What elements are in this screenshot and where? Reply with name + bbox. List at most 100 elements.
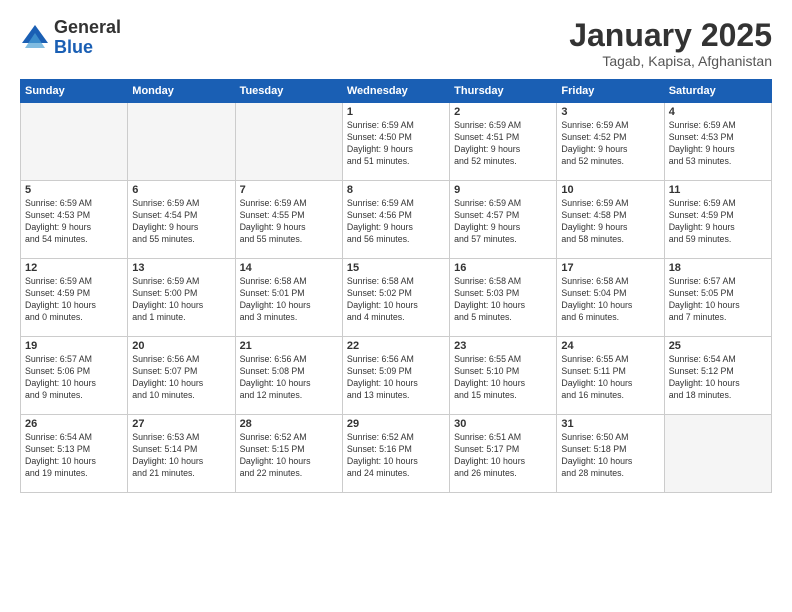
day-cell: 1 Sunrise: 6:59 AM Sunset: 4:50 PM Daylig…: [342, 103, 449, 181]
day-info: Sunrise: 6:59 AM Sunset: 4:58 PM Dayligh…: [561, 198, 659, 246]
calendar-subtitle: Tagab, Kapisa, Afghanistan: [569, 53, 772, 69]
day-number: 27: [132, 418, 230, 430]
header: General Blue January 2025 Tagab, Kapisa,…: [20, 18, 772, 69]
day-number: 4: [669, 106, 767, 118]
header-tuesday: Tuesday: [235, 80, 342, 103]
day-number: 24: [561, 340, 659, 352]
day-cell: 13Sunrise: 6:59 AM Sunset: 5:00 PM Dayli…: [128, 259, 235, 337]
day-info: Sunrise: 6:58 AM Sunset: 5:03 PM Dayligh…: [454, 276, 552, 324]
day-info: Sunrise: 6:52 AM Sunset: 5:16 PM Dayligh…: [347, 432, 445, 480]
day-info: Sunrise: 6:59 AM Sunset: 4:59 PM Dayligh…: [669, 198, 767, 246]
day-info: Sunrise: 6:50 AM Sunset: 5:18 PM Dayligh…: [561, 432, 659, 480]
day-cell: 17Sunrise: 6:58 AM Sunset: 5:04 PM Dayli…: [557, 259, 664, 337]
day-cell: 5Sunrise: 6:59 AM Sunset: 4:53 PM Daylig…: [21, 181, 128, 259]
day-cell: 24 Sunrise: 6:55 AM Sunset: 5:11 PM Dayli…: [557, 337, 664, 415]
calendar-header-row: Sunday Monday Tuesday Wednesday Thursday…: [21, 80, 772, 103]
day-info: Sunrise: 6:56 AM Sunset: 5:09 PM Dayligh…: [347, 354, 445, 402]
day-info: Sunrise: 6:58 AM Sunset: 5:02 PM Dayligh…: [347, 276, 445, 324]
day-cell: 8Sunrise: 6:59 AM Sunset: 4:56 PM Daylig…: [342, 181, 449, 259]
day-info: Sunrise: 6:56 AM Sunset: 5:07 PM Dayligh…: [132, 354, 230, 402]
day-cell: 7 Sunrise: 6:59 AM Sunset: 4:55 PM Daylig…: [235, 181, 342, 259]
day-info: Sunrise: 6:59 AM Sunset: 4:50 PM Dayligh…: [347, 120, 445, 168]
week-row-3: 19 Sunrise: 6:57 AM Sunset: 5:06 PM Dayli…: [21, 337, 772, 415]
day-cell: 10Sunrise: 6:59 AM Sunset: 4:58 PM Dayli…: [557, 181, 664, 259]
week-row-4: 26 Sunrise: 6:54 AM Sunset: 5:13 PM Dayli…: [21, 415, 772, 493]
day-info: Sunrise: 6:57 AM Sunset: 5:06 PM Dayligh…: [25, 354, 123, 402]
day-info: Sunrise: 6:59 AM Sunset: 4:57 PM Dayligh…: [454, 198, 552, 246]
day-cell: 2Sunrise: 6:59 AM Sunset: 4:51 PM Daylig…: [450, 103, 557, 181]
day-cell: 25 Sunrise: 6:54 AM Sunset: 5:12 PM Dayli…: [664, 337, 771, 415]
day-number: 6: [132, 184, 230, 196]
day-cell: 3 Sunrise: 6:59 AM Sunset: 4:52 PM Daylig…: [557, 103, 664, 181]
day-cell: 23Sunrise: 6:55 AM Sunset: 5:10 PM Dayli…: [450, 337, 557, 415]
day-cell: 18 Sunrise: 6:57 AM Sunset: 5:05 PM Dayli…: [664, 259, 771, 337]
page: General Blue January 2025 Tagab, Kapisa,…: [0, 0, 792, 612]
day-info: Sunrise: 6:58 AM Sunset: 5:01 PM Dayligh…: [240, 276, 338, 324]
logo-text: General Blue: [54, 18, 121, 58]
day-cell: 12 Sunrise: 6:59 AM Sunset: 4:59 PM Dayli…: [21, 259, 128, 337]
logo-icon: [20, 23, 50, 53]
day-number: 7: [240, 184, 338, 196]
day-number: 26: [25, 418, 123, 430]
title-block: January 2025 Tagab, Kapisa, Afghanistan: [569, 18, 772, 69]
calendar-table: Sunday Monday Tuesday Wednesday Thursday…: [20, 79, 772, 493]
day-info: Sunrise: 6:59 AM Sunset: 4:55 PM Dayligh…: [240, 198, 338, 246]
day-cell: [128, 103, 235, 181]
day-cell: 22 Sunrise: 6:56 AM Sunset: 5:09 PM Dayli…: [342, 337, 449, 415]
day-number: 22: [347, 340, 445, 352]
day-info: Sunrise: 6:55 AM Sunset: 5:11 PM Dayligh…: [561, 354, 659, 402]
week-row-0: 1 Sunrise: 6:59 AM Sunset: 4:50 PM Daylig…: [21, 103, 772, 181]
day-number: 2: [454, 106, 552, 118]
header-saturday: Saturday: [664, 80, 771, 103]
day-number: 18: [669, 262, 767, 274]
day-cell: 28Sunrise: 6:52 AM Sunset: 5:15 PM Dayli…: [235, 415, 342, 493]
header-wednesday: Wednesday: [342, 80, 449, 103]
day-cell: 20 Sunrise: 6:56 AM Sunset: 5:07 PM Dayli…: [128, 337, 235, 415]
day-cell: 15Sunrise: 6:58 AM Sunset: 5:02 PM Dayli…: [342, 259, 449, 337]
day-info: Sunrise: 6:54 AM Sunset: 5:13 PM Dayligh…: [25, 432, 123, 480]
logo: General Blue: [20, 18, 121, 58]
day-info: Sunrise: 6:53 AM Sunset: 5:14 PM Dayligh…: [132, 432, 230, 480]
day-number: 1: [347, 106, 445, 118]
day-info: Sunrise: 6:56 AM Sunset: 5:08 PM Dayligh…: [240, 354, 338, 402]
day-cell: [235, 103, 342, 181]
day-number: 20: [132, 340, 230, 352]
day-number: 8: [347, 184, 445, 196]
day-info: Sunrise: 6:51 AM Sunset: 5:17 PM Dayligh…: [454, 432, 552, 480]
day-cell: [664, 415, 771, 493]
calendar-title: January 2025: [569, 18, 772, 53]
day-number: 29: [347, 418, 445, 430]
week-row-2: 12 Sunrise: 6:59 AM Sunset: 4:59 PM Dayli…: [21, 259, 772, 337]
day-number: 17: [561, 262, 659, 274]
header-thursday: Thursday: [450, 80, 557, 103]
day-info: Sunrise: 6:54 AM Sunset: 5:12 PM Dayligh…: [669, 354, 767, 402]
day-number: 21: [240, 340, 338, 352]
day-number: 16: [454, 262, 552, 274]
day-number: 5: [25, 184, 123, 196]
day-cell: 31Sunrise: 6:50 AM Sunset: 5:18 PM Dayli…: [557, 415, 664, 493]
day-number: 3: [561, 106, 659, 118]
day-number: 9: [454, 184, 552, 196]
day-cell: 16 Sunrise: 6:58 AM Sunset: 5:03 PM Dayli…: [450, 259, 557, 337]
day-cell: 14Sunrise: 6:58 AM Sunset: 5:01 PM Dayli…: [235, 259, 342, 337]
day-cell: 29 Sunrise: 6:52 AM Sunset: 5:16 PM Dayli…: [342, 415, 449, 493]
day-number: 19: [25, 340, 123, 352]
day-number: 23: [454, 340, 552, 352]
day-number: 25: [669, 340, 767, 352]
day-info: Sunrise: 6:59 AM Sunset: 4:54 PM Dayligh…: [132, 198, 230, 246]
header-sunday: Sunday: [21, 80, 128, 103]
day-info: Sunrise: 6:59 AM Sunset: 4:59 PM Dayligh…: [25, 276, 123, 324]
header-monday: Monday: [128, 80, 235, 103]
day-number: 11: [669, 184, 767, 196]
day-number: 12: [25, 262, 123, 274]
day-cell: 27 Sunrise: 6:53 AM Sunset: 5:14 PM Dayli…: [128, 415, 235, 493]
day-info: Sunrise: 6:52 AM Sunset: 5:15 PM Dayligh…: [240, 432, 338, 480]
day-info: Sunrise: 6:59 AM Sunset: 4:52 PM Dayligh…: [561, 120, 659, 168]
day-info: Sunrise: 6:57 AM Sunset: 5:05 PM Dayligh…: [669, 276, 767, 324]
day-cell: 6 Sunrise: 6:59 AM Sunset: 4:54 PM Daylig…: [128, 181, 235, 259]
logo-blue: Blue: [54, 37, 93, 57]
day-number: 30: [454, 418, 552, 430]
header-friday: Friday: [557, 80, 664, 103]
day-cell: [21, 103, 128, 181]
day-cell: 30 Sunrise: 6:51 AM Sunset: 5:17 PM Dayli…: [450, 415, 557, 493]
